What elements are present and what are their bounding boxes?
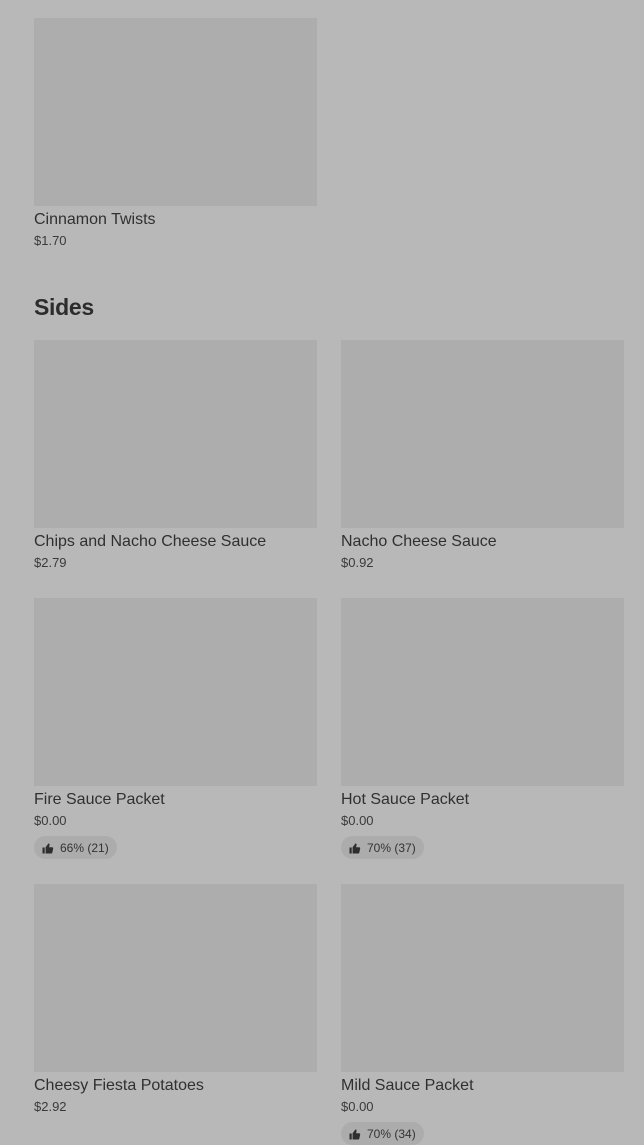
menu-item-fire-sauce-packet[interactable]: Fire Sauce Packet $0.00 66% (21): [34, 598, 317, 859]
item-price: $1.70: [34, 233, 67, 248]
item-image: [341, 340, 624, 528]
rating-badge: 70% (37): [341, 836, 424, 859]
item-image: [341, 884, 624, 1072]
menu-item-nacho-cheese-sauce[interactable]: Nacho Cheese Sauce $0.92: [341, 340, 624, 572]
menu-item-cinnamon-twists[interactable]: Cinnamon Twists $1.70: [34, 18, 317, 250]
item-image: [34, 598, 317, 786]
item-image: [34, 884, 317, 1072]
thumbs-up-icon: [42, 843, 54, 853]
menu-item-mild-sauce-packet[interactable]: Mild Sauce Packet $0.00 70% (34): [341, 884, 624, 1145]
item-image: [34, 340, 317, 528]
menu-item-cheesy-fiesta-potatoes[interactable]: Cheesy Fiesta Potatoes $2.92: [34, 884, 317, 1116]
item-name: Fire Sauce Packet: [34, 791, 165, 808]
rating-text: 66% (21): [60, 840, 109, 855]
thumbs-up-icon: [349, 843, 361, 853]
item-image: [34, 18, 317, 206]
item-price: $0.92: [341, 555, 374, 570]
section-title-sides: Sides: [34, 294, 94, 320]
menu-item-hot-sauce-packet[interactable]: Hot Sauce Packet $0.00 70% (37): [341, 598, 624, 859]
item-name: Cheesy Fiesta Potatoes: [34, 1077, 204, 1094]
item-image: [341, 598, 624, 786]
item-name: Mild Sauce Packet: [341, 1077, 474, 1094]
item-name: Hot Sauce Packet: [341, 791, 470, 808]
item-name: Chips and Nacho Cheese Sauce: [34, 533, 267, 550]
menu-page: Cinnamon Twists $1.70 Sides Chips and Na…: [0, 0, 644, 1145]
item-price: $0.00: [341, 1099, 374, 1114]
item-price: $0.00: [34, 813, 67, 828]
rating-text: 70% (37): [367, 840, 416, 855]
item-price: $2.92: [34, 1099, 67, 1114]
rating-badge: 66% (21): [34, 836, 117, 859]
item-name: Nacho Cheese Sauce: [341, 533, 497, 550]
item-price: $2.79: [34, 555, 67, 570]
menu-item-chips-and-nacho-cheese-sauce[interactable]: Chips and Nacho Cheese Sauce $2.79: [34, 340, 317, 572]
item-price: $0.00: [341, 813, 374, 828]
item-name: Cinnamon Twists: [34, 211, 156, 228]
